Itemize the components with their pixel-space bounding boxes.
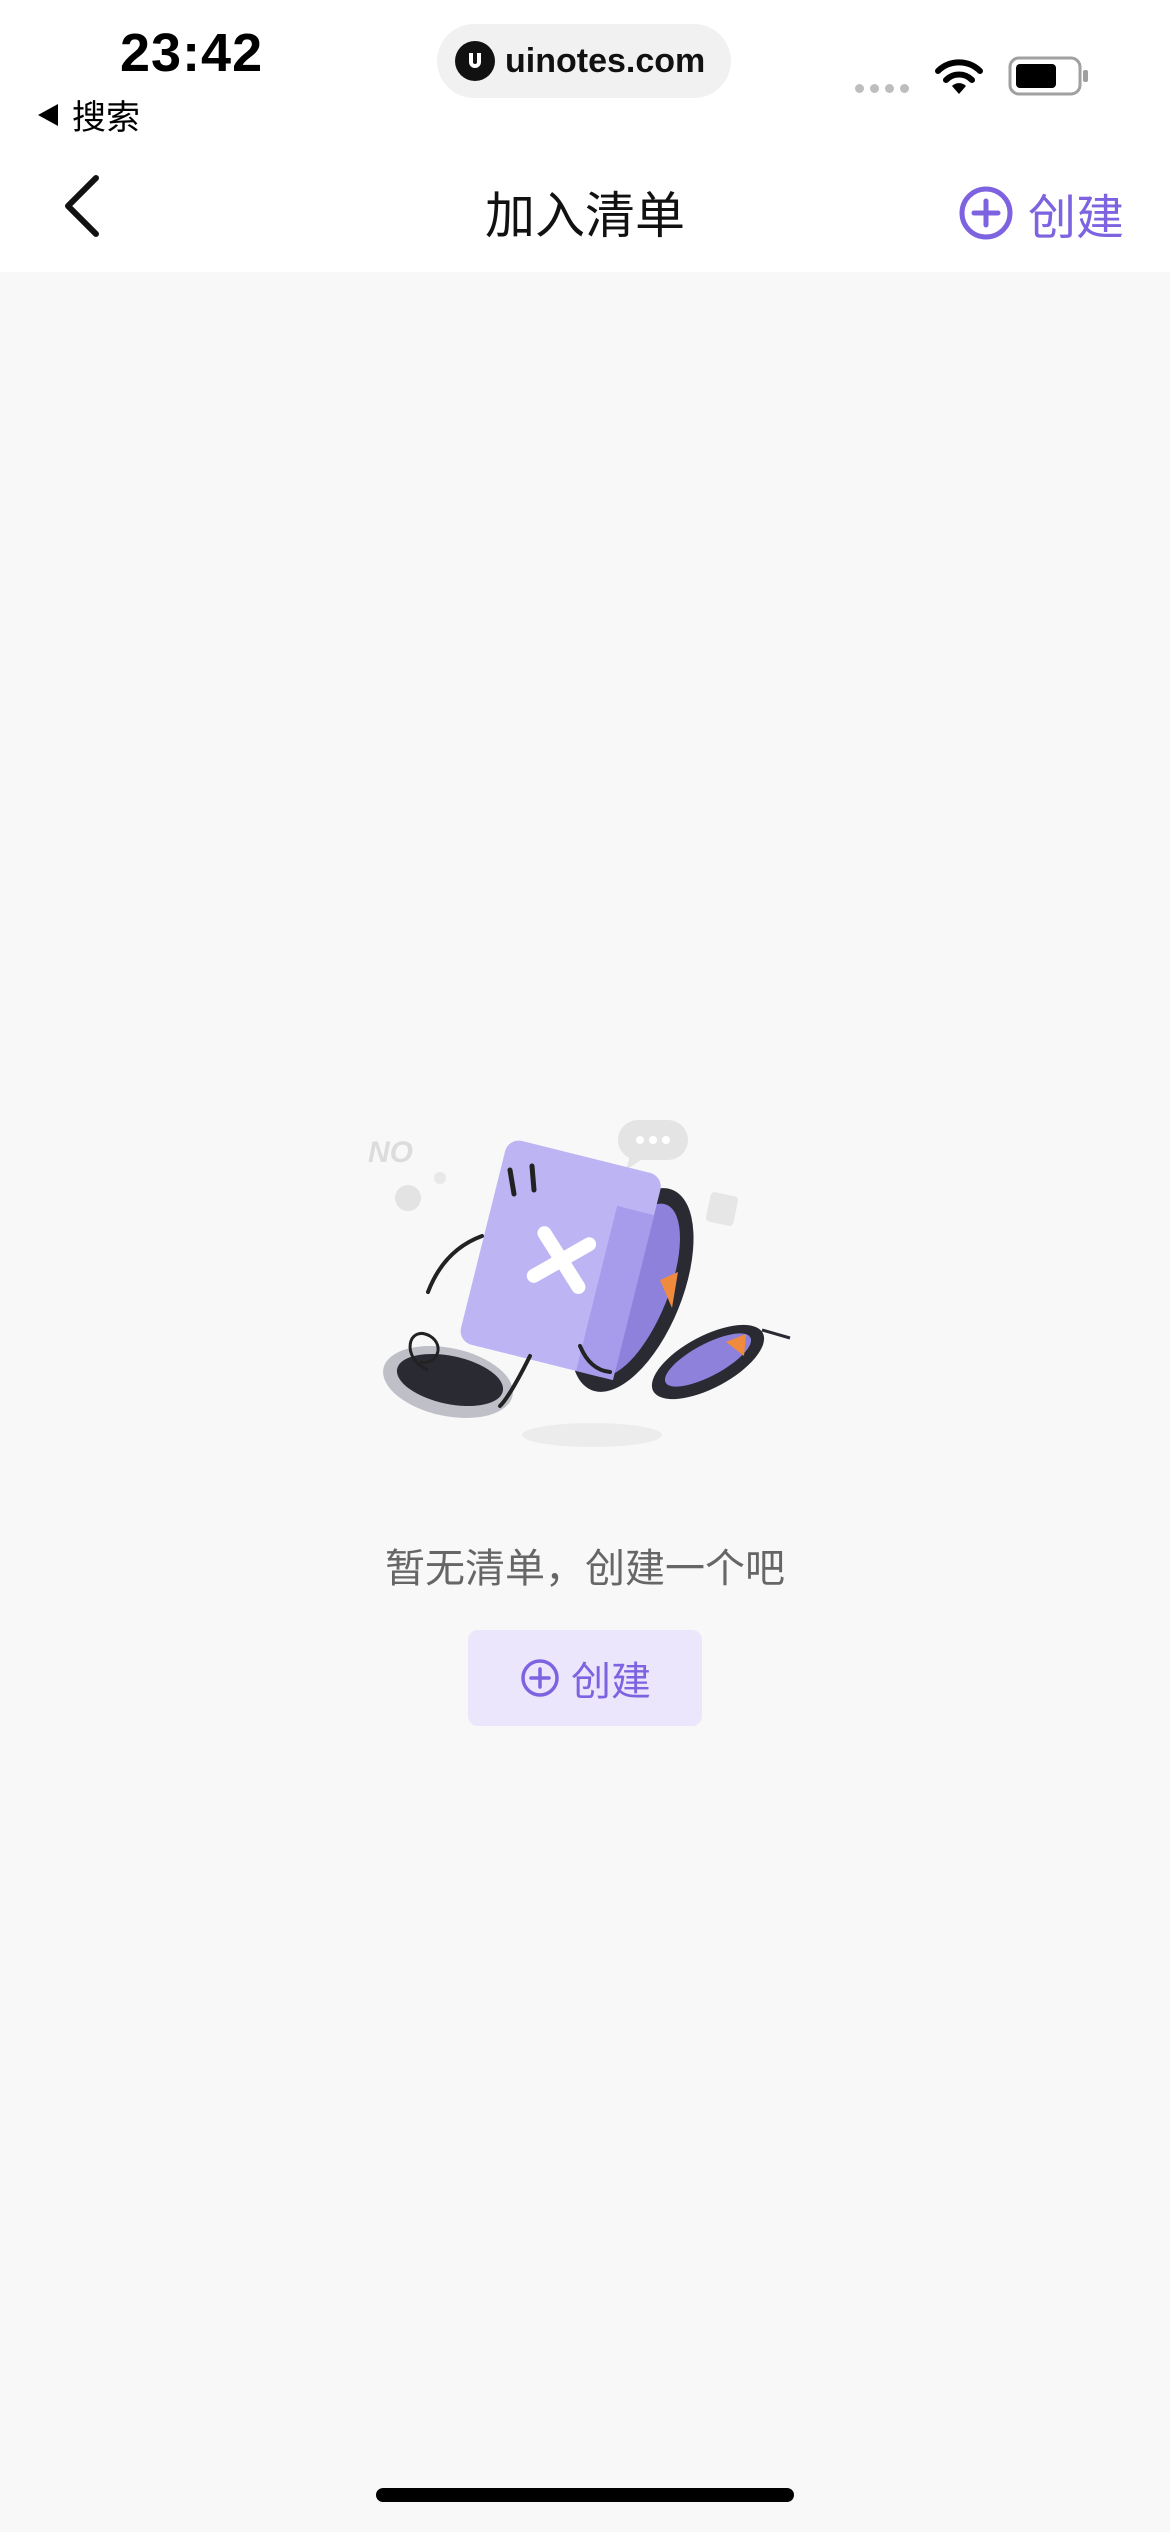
status-time: 23:42	[120, 23, 264, 83]
create-button-label: 创建	[571, 1659, 651, 1705]
illustration-no-text: NO	[368, 1136, 413, 1169]
empty-state-message: 暂无清单，创建一个吧	[385, 1546, 785, 1592]
empty-list-illustration: NO	[368, 1120, 791, 1447]
url-pill[interactable]: uinotes.com	[437, 24, 731, 98]
nav-create-label: 创建	[1027, 190, 1124, 246]
wifi-icon	[935, 59, 983, 94]
screen: 23:42 搜索 uinotes.com 加入清单 创建 NO 暂无清单，创建一…	[0, 0, 1170, 2532]
nav-bar: 加入清单 创建	[0, 140, 1170, 272]
back-app-label: 搜索	[72, 98, 140, 138]
home-indicator[interactable]	[376, 2488, 794, 2502]
url-text: uinotes.com	[505, 41, 706, 80]
status-bar: 23:42 搜索 uinotes.com	[0, 0, 1170, 140]
plus-circle-icon	[959, 186, 1013, 240]
back-to-app-button[interactable]: 搜索	[38, 90, 140, 139]
back-triangle-icon	[38, 103, 58, 126]
create-list-button[interactable]: 创建	[468, 1630, 702, 1726]
plus-circle-icon	[521, 1659, 559, 1697]
signal-icon	[855, 84, 909, 93]
site-logo-icon	[455, 41, 495, 81]
battery-icon	[1008, 56, 1088, 96]
nav-create-button[interactable]: 创建	[958, 178, 1124, 248]
speech-bubble-icon	[618, 1120, 688, 1170]
